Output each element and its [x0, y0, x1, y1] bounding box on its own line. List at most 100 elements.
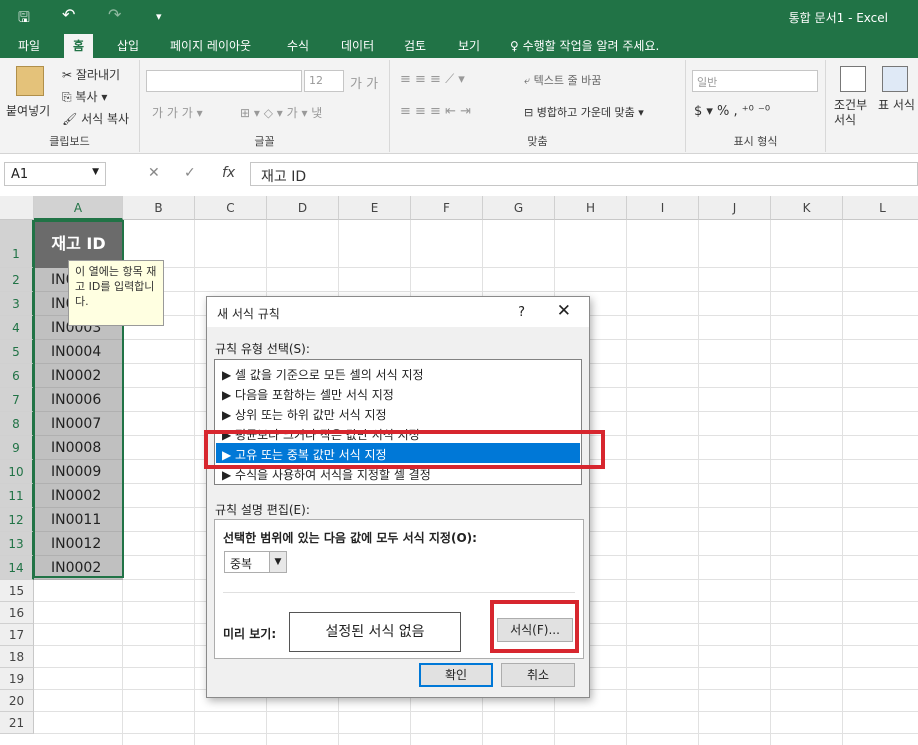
gridline: [34, 267, 918, 268]
ribbon-tabs: 파일 홈 삽입 페이지 레이아웃 수식 데이터 검토 보기 ♀ 수행할 작업을 …: [0, 32, 918, 58]
column-header-c[interactable]: C: [195, 196, 267, 220]
rule-type-item[interactable]: ▶ 셀 값을 기준으로 모든 셀의 서식 지정: [216, 363, 580, 383]
row-header-14[interactable]: 14: [0, 556, 34, 580]
column-header-e[interactable]: E: [339, 196, 411, 220]
chevron-down-icon[interactable]: ▼: [92, 167, 99, 177]
wrap-text-label: 텍스트 줄 바꿈: [533, 74, 602, 87]
row-header-8[interactable]: 8: [0, 412, 34, 436]
row-header-18[interactable]: 18: [0, 646, 34, 668]
border-icon[interactable]: ⊞ ▾ ◇ ▾ 가 ▾ 냋: [240, 104, 322, 121]
copy-button[interactable]: ⎘ 복사 ▾: [62, 88, 107, 105]
column-header-i[interactable]: I: [627, 196, 699, 220]
row-header-19[interactable]: 19: [0, 668, 34, 690]
row-header-12[interactable]: 12: [0, 508, 34, 532]
row-header-6[interactable]: 6: [0, 364, 34, 388]
tab-insert[interactable]: 삽입: [117, 37, 139, 54]
rule-type-item[interactable]: ▶ 다음을 포함하는 셀만 서식 지정: [216, 383, 580, 403]
row-header-21[interactable]: 21: [0, 712, 34, 734]
preview-label: 미리 보기:: [223, 627, 277, 641]
merge-center-button[interactable]: ⊟ 병합하고 가운데 맞춤 ▾: [524, 104, 644, 120]
column-header-f[interactable]: F: [411, 196, 483, 220]
duplicate-unique-select[interactable]: 중복 ▼: [224, 551, 287, 573]
tell-me-search[interactable]: ♀ 수행할 작업을 알려 주세요.: [510, 37, 659, 54]
column-header-l[interactable]: L: [843, 196, 918, 220]
number-group: 일반 $ ▾ % , ⁺⁰ ⁻⁰ 표시 형식: [686, 60, 826, 152]
gridline: [34, 733, 918, 734]
row-header-10[interactable]: 10: [0, 460, 34, 484]
highlight-selected-rule: [204, 430, 605, 469]
align-top-icons[interactable]: ≡ ≡ ≡ ⟋ ▾: [400, 72, 465, 87]
tab-data[interactable]: 데이터: [341, 37, 374, 54]
column-header-j[interactable]: J: [699, 196, 771, 220]
row-header-3[interactable]: 3: [0, 292, 34, 316]
help-icon[interactable]: ?: [518, 305, 525, 320]
column-header-b[interactable]: B: [123, 196, 195, 220]
format-table-button[interactable]: 표 서식: [878, 98, 916, 113]
gridline: [842, 220, 843, 745]
rule-type-item[interactable]: ▶ 상위 또는 하위 값만 서식 지정: [216, 403, 580, 423]
tab-home[interactable]: 홈: [64, 34, 94, 58]
row-header-1[interactable]: 1: [0, 220, 34, 268]
redo-icon[interactable]: ↷: [108, 5, 121, 24]
paste-icon[interactable]: [16, 66, 44, 96]
gridline: [698, 220, 699, 745]
undo-icon[interactable]: ↶: [62, 5, 75, 24]
paste-button[interactable]: 붙여넣기: [6, 102, 50, 119]
cut-button[interactable]: ✂ 잘라내기: [62, 66, 120, 83]
font-group-label: 글꼴: [254, 135, 275, 148]
close-icon[interactable]: ✕: [557, 301, 571, 321]
row-header-20[interactable]: 20: [0, 690, 34, 712]
conditional-format-icon[interactable]: [840, 66, 866, 92]
row-header-15[interactable]: 15: [0, 580, 34, 602]
row-header-2[interactable]: 2: [0, 268, 34, 292]
conditional-format-button[interactable]: 조건부 서식: [834, 98, 874, 128]
cancel-button[interactable]: 취소: [501, 663, 575, 687]
select-all-corner[interactable]: [0, 196, 34, 220]
row-header-5[interactable]: 5: [0, 340, 34, 364]
tab-formulas[interactable]: 수식: [287, 37, 309, 54]
row-header-13[interactable]: 13: [0, 532, 34, 556]
format-painter-button[interactable]: 🖌 서식 복사: [62, 110, 129, 127]
clipboard-group: 붙여넣기 ✂ 잘라내기 ⎘ 복사 ▾ 🖌 서식 복사 클립보드: [0, 60, 140, 152]
insert-function-icon[interactable]: fx: [222, 165, 235, 181]
font-name-combo[interactable]: [146, 70, 302, 92]
clipboard-group-label: 클립보드: [49, 135, 90, 148]
styles-group: 조건부 서식 표 서식: [826, 60, 918, 152]
format-table-icon[interactable]: [882, 66, 908, 92]
number-group-label: 표시 형식: [733, 135, 778, 148]
cancel-icon[interactable]: ✕: [148, 165, 160, 181]
name-box[interactable]: A1 ▼: [4, 162, 106, 186]
number-format-combo[interactable]: 일반: [692, 70, 818, 92]
font-group: 12 가 가 가 가 가 ▾ ⊞ ▾ ◇ ▾ 가 ▾ 냋 글꼴: [140, 60, 390, 152]
tab-review[interactable]: 검토: [404, 37, 426, 54]
tab-file[interactable]: 파일: [18, 37, 40, 54]
cut-label: 잘라내기: [75, 68, 121, 82]
grow-font-icon[interactable]: 가 가: [350, 73, 378, 92]
column-header-k[interactable]: K: [771, 196, 843, 220]
customize-qat-icon[interactable]: ▾: [156, 10, 162, 23]
row-header-4[interactable]: 4: [0, 316, 34, 340]
row-header-7[interactable]: 7: [0, 388, 34, 412]
column-header-g[interactable]: G: [483, 196, 555, 220]
save-icon[interactable]: 🖫: [18, 7, 30, 31]
copy-label: 복사: [75, 90, 98, 104]
column-header-d[interactable]: D: [267, 196, 339, 220]
gridline: [626, 220, 627, 745]
ok-button[interactable]: 확인: [419, 663, 493, 687]
enter-icon[interactable]: ✓: [184, 165, 196, 181]
row-header-11[interactable]: 11: [0, 484, 34, 508]
column-header-h[interactable]: H: [555, 196, 627, 220]
tab-view[interactable]: 보기: [458, 37, 480, 54]
chevron-down-icon[interactable]: ▼: [269, 552, 286, 572]
wrap-text-button[interactable]: ⤶ 텍스트 줄 바꿈: [524, 72, 601, 88]
font-size-combo[interactable]: 12: [304, 70, 344, 92]
row-header-9[interactable]: 9: [0, 436, 34, 460]
row-header-17[interactable]: 17: [0, 624, 34, 646]
align-left-icons[interactable]: ≡ ≡ ≡ ⇤ ⇥: [400, 104, 471, 119]
currency-percent-icons[interactable]: $ ▾ % , ⁺⁰ ⁻⁰: [694, 104, 770, 119]
column-header-a[interactable]: A: [34, 196, 123, 220]
tab-page-layout[interactable]: 페이지 레이아웃: [170, 37, 251, 54]
bold-italic-underline[interactable]: 가 가 가 ▾: [152, 104, 203, 121]
row-header-16[interactable]: 16: [0, 602, 34, 624]
formula-input[interactable]: 재고 ID: [250, 162, 918, 186]
